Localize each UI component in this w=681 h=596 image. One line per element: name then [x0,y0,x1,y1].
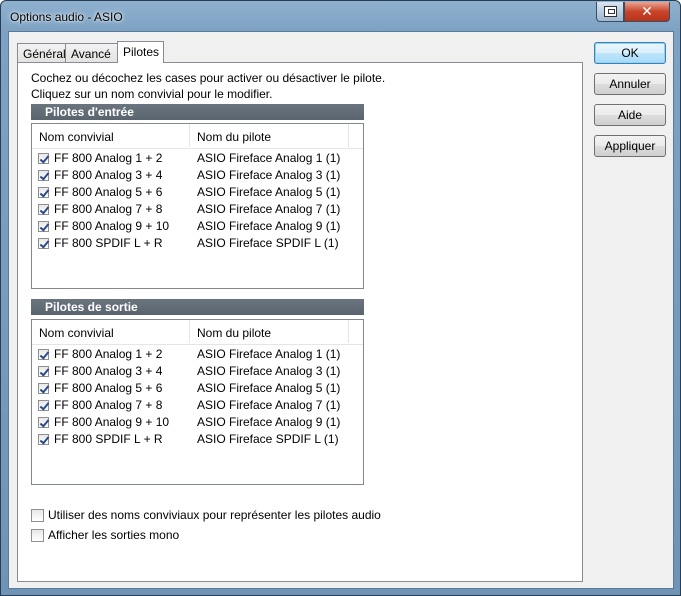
close-button[interactable]: ✕ [624,2,670,22]
driver-checkbox[interactable] [38,417,49,428]
driver-checkbox[interactable] [38,187,49,198]
driver-row[interactable]: FF 800 SPDIF L + R ASIO Fireface SPDIF L … [32,235,363,252]
driver-row[interactable]: FF 800 Analog 9 + 10 ASIO Fireface Analog… [32,414,363,431]
driver-row[interactable]: FF 800 Analog 3 + 4 ASIO Fireface Analog … [32,167,363,184]
driver-row[interactable]: FF 800 Analog 7 + 8 ASIO Fireface Analog … [32,201,363,218]
friendly-names-label[interactable]: Utiliser des noms conviviaux pour représ… [48,508,381,522]
cancel-button[interactable]: Annuler [594,73,666,95]
dialog-window: Options audio - ASIO ✕ Général Avancé Pi… [0,0,681,596]
driver-friendly-name[interactable]: FF 800 Analog 1 + 2 [54,151,162,165]
driver-system-name: ASIO Fireface Analog 1 (1) [197,347,341,361]
driver-checkbox[interactable] [38,366,49,377]
tab-advanced[interactable]: Avancé [65,43,118,62]
window-title: Options audio - ASIO [10,10,123,24]
driver-friendly-name[interactable]: FF 800 SPDIF L + R [54,236,163,250]
drivers-tab-panel: Cochez ou décochez les cases pour active… [17,62,583,582]
output-drivers-header: Pilotes de sortie [31,299,364,315]
driver-system-name: ASIO Fireface Analog 5 (1) [197,381,341,395]
input-drivers-header: Pilotes d'entrée [31,104,364,120]
driver-checkbox[interactable] [38,221,49,232]
column-separator[interactable] [348,320,349,343]
tab-general[interactable]: Général [17,43,66,62]
driver-checkbox[interactable] [38,400,49,411]
mono-outputs-label[interactable]: Afficher les sorties mono [48,528,179,542]
driver-checkbox[interactable] [38,383,49,394]
column-header-friendly-name[interactable]: Nom convivial [39,326,114,340]
driver-checkbox[interactable] [38,434,49,445]
driver-system-name: ASIO Fireface Analog 7 (1) [197,398,341,412]
driver-row[interactable]: FF 800 Analog 5 + 6 ASIO Fireface Analog … [32,184,363,201]
column-separator[interactable] [189,320,190,343]
list-header: Nom convivial Nom du pilote [32,124,363,149]
driver-friendly-name[interactable]: FF 800 Analog 1 + 2 [54,347,162,361]
driver-system-name: ASIO Fireface Analog 3 (1) [197,168,341,182]
driver-friendly-name[interactable]: FF 800 Analog 5 + 6 [54,185,162,199]
driver-friendly-name[interactable]: FF 800 Analog 7 + 8 [54,202,162,216]
driver-checkbox[interactable] [38,170,49,181]
instruction-line-1: Cochez ou décochez les cases pour active… [31,71,386,85]
driver-system-name: ASIO Fireface SPDIF L (1) [197,236,339,250]
tab-drivers[interactable]: Pilotes [117,41,164,63]
driver-row[interactable]: FF 800 Analog 3 + 4 ASIO Fireface Analog … [32,363,363,380]
mono-outputs-checkbox[interactable] [31,529,44,542]
title-bar[interactable]: Options audio - ASIO ✕ [1,1,680,31]
close-icon: ✕ [641,3,653,20]
driver-friendly-name[interactable]: FF 800 SPDIF L + R [54,432,163,446]
column-separator[interactable] [189,124,190,147]
instruction-line-2: Cliquez sur un nom convivial pour le mod… [31,87,273,101]
driver-friendly-name[interactable]: FF 800 Analog 7 + 8 [54,398,162,412]
list-header: Nom convivial Nom du pilote [32,320,363,345]
driver-friendly-name[interactable]: FF 800 Analog 9 + 10 [54,219,169,233]
driver-row[interactable]: FF 800 Analog 5 + 6 ASIO Fireface Analog … [32,380,363,397]
driver-system-name: ASIO Fireface Analog 3 (1) [197,364,341,378]
driver-row[interactable]: FF 800 SPDIF L + R ASIO Fireface SPDIF L … [32,431,363,448]
ok-button[interactable]: OK [594,42,666,64]
driver-system-name: ASIO Fireface Analog 1 (1) [197,151,341,165]
driver-system-name: ASIO Fireface Analog 5 (1) [197,185,341,199]
driver-checkbox[interactable] [38,238,49,249]
column-header-friendly-name[interactable]: Nom convivial [39,130,114,144]
driver-system-name: ASIO Fireface Analog 9 (1) [197,219,341,233]
help-button[interactable]: Aide [594,104,666,126]
driver-row[interactable]: FF 800 Analog 1 + 2 ASIO Fireface Analog … [32,346,363,363]
driver-row[interactable]: FF 800 Analog 7 + 8 ASIO Fireface Analog … [32,397,363,414]
driver-friendly-name[interactable]: FF 800 Analog 3 + 4 [54,168,162,182]
restore-button[interactable] [596,2,624,22]
driver-checkbox[interactable] [38,153,49,164]
driver-row[interactable]: FF 800 Analog 9 + 10 ASIO Fireface Analog… [32,218,363,235]
column-header-driver-name[interactable]: Nom du pilote [197,130,271,144]
column-separator[interactable] [348,124,349,147]
driver-friendly-name[interactable]: FF 800 Analog 9 + 10 [54,415,169,429]
output-drivers-list[interactable]: Nom convivial Nom du pilote FF 800 Analo… [31,319,364,485]
driver-friendly-name[interactable]: FF 800 Analog 5 + 6 [54,381,162,395]
driver-system-name: ASIO Fireface Analog 7 (1) [197,202,341,216]
friendly-names-checkbox[interactable] [31,509,44,522]
driver-system-name: ASIO Fireface SPDIF L (1) [197,432,339,446]
driver-row[interactable]: FF 800 Analog 1 + 2 ASIO Fireface Analog … [32,150,363,167]
driver-system-name: ASIO Fireface Analog 9 (1) [197,415,341,429]
driver-checkbox[interactable] [38,349,49,360]
dialog-client-area: Général Avancé Pilotes Cochez ou décoche… [8,31,674,589]
column-header-driver-name[interactable]: Nom du pilote [197,326,271,340]
driver-checkbox[interactable] [38,204,49,215]
apply-button[interactable]: Appliquer [594,135,666,157]
restore-icon [603,6,617,17]
driver-friendly-name[interactable]: FF 800 Analog 3 + 4 [54,364,162,378]
input-drivers-list[interactable]: Nom convivial Nom du pilote FF 800 Analo… [31,123,364,289]
